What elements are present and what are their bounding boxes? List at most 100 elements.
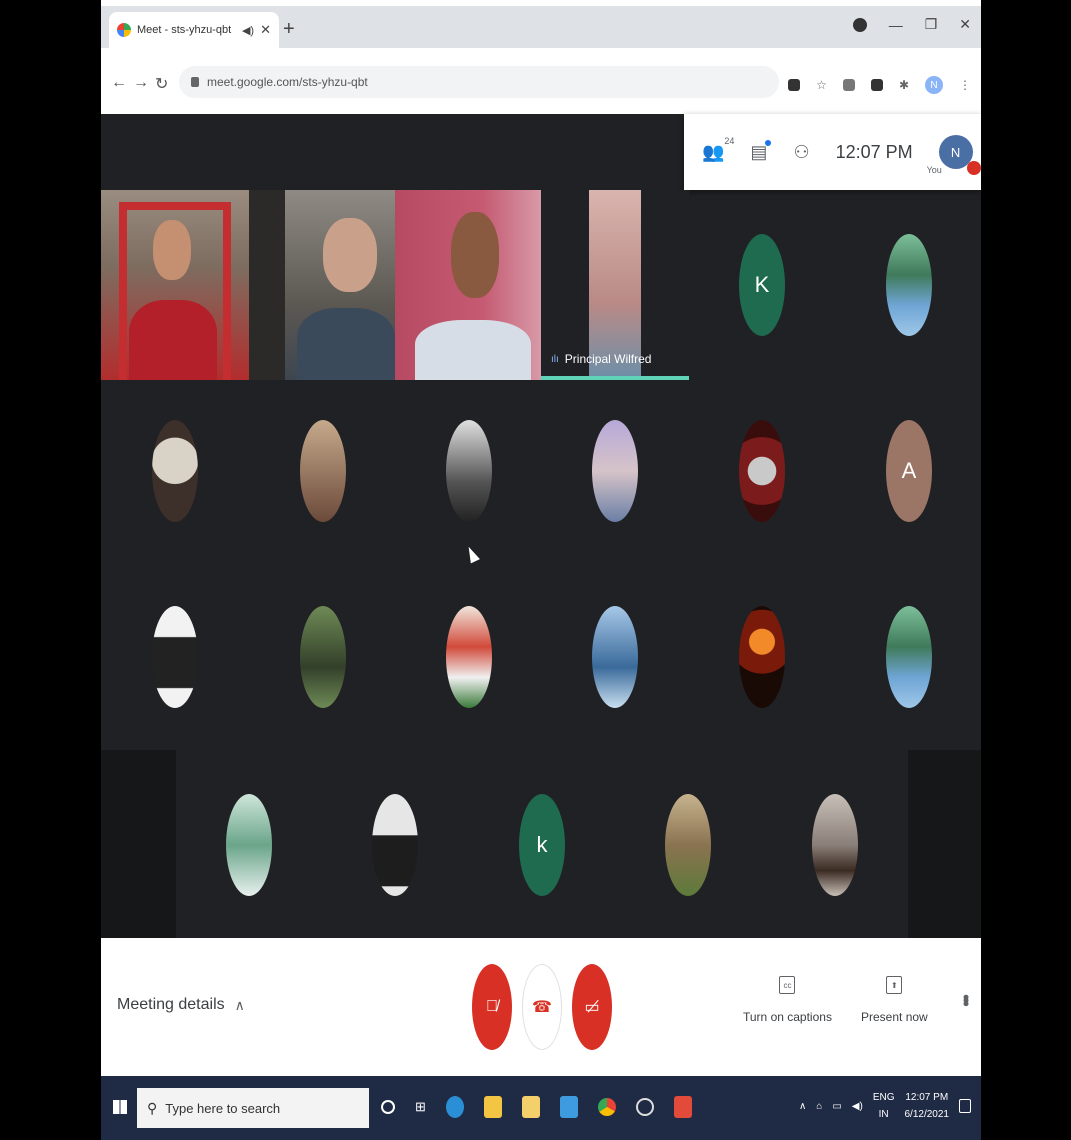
avatar-a[interactable]: A (886, 420, 932, 522)
volume-icon[interactable]: ◀) (852, 1101, 863, 1112)
people-icon[interactable]: 👥 24 (702, 136, 734, 163)
avatar-photo[interactable] (152, 606, 198, 708)
puzzle-icon[interactable]: ✱ (899, 78, 909, 92)
profile-avatar-icon[interactable]: N (925, 76, 943, 94)
tab-close-icon[interactable]: ✕ (260, 22, 271, 38)
avatar-k[interactable]: K (739, 234, 785, 336)
self-avatar[interactable]: N You (927, 135, 981, 175)
leave-call-button[interactable]: ☎ (522, 964, 562, 1050)
avatar-photo[interactable] (372, 794, 418, 896)
new-tab-button[interactable]: + (283, 18, 295, 41)
url-field[interactable]: meet.google.com/sts-yhzu-qbt (179, 66, 779, 98)
notifications-icon[interactable] (959, 1099, 971, 1113)
avatar-photo[interactable] (886, 606, 932, 708)
url-text: meet.google.com/sts-yhzu-qbt (207, 75, 368, 89)
meeting-details-label: Meeting details (117, 996, 225, 1013)
avatar-photo[interactable] (300, 420, 346, 522)
back-icon[interactable]: ← (111, 74, 127, 92)
participant-body (297, 308, 395, 380)
avatar-photo[interactable] (665, 794, 711, 896)
mic-off-button[interactable]: 🎙̸ (472, 964, 512, 1050)
tray-chevron-icon[interactable]: ∧ (799, 1101, 806, 1112)
mouse-cursor-icon (464, 544, 480, 564)
self-initial: N (950, 144, 961, 160)
avatar-photo[interactable] (592, 606, 638, 708)
meet-controls-bar: Meeting details ∧ 🎙̸ ☎ ▭̸ cc Turn on cap… (101, 938, 981, 1076)
camera-off-icon: ▭̸ (584, 999, 600, 1016)
participant-body (415, 320, 531, 380)
chrome-icon[interactable] (597, 1098, 616, 1116)
avatar-photo[interactable] (739, 606, 785, 708)
browser-profile-icon[interactable] (852, 17, 867, 32)
reload-icon[interactable]: ↻ (155, 74, 168, 94)
meeting-clock: 12:07 PM (835, 141, 913, 162)
forward-icon[interactable]: → (133, 74, 149, 92)
avatar-photo[interactable] (152, 420, 198, 522)
maximize-icon[interactable]: ❐ (925, 16, 938, 33)
display-icon[interactable]: ▭ (832, 1101, 841, 1112)
camera-icon[interactable] (788, 79, 801, 91)
video-tile-3[interactable] (395, 190, 541, 380)
avatar-photo[interactable] (226, 794, 272, 896)
file-explorer-icon[interactable] (483, 1096, 502, 1118)
hangup-icon: ☎ (532, 999, 552, 1016)
avatar-photo[interactable] (300, 606, 346, 708)
windows-start-icon[interactable] (113, 1100, 127, 1114)
activities-icon[interactable]: ⚇ (793, 142, 809, 163)
bookmark-star-icon[interactable]: ☆ (816, 78, 827, 92)
taskbar-date: 6/12/2021 (904, 1109, 950, 1120)
menu-icon[interactable]: ⋮ (959, 78, 971, 92)
avatar-k-lower[interactable]: k (519, 794, 565, 896)
tab-audio-icon[interactable]: ◀) (242, 24, 254, 37)
tile-gap (249, 190, 285, 380)
more-options-icon[interactable]: ••• (955, 994, 976, 1004)
avatar-photo[interactable] (812, 794, 858, 896)
extension-icon-2[interactable] (870, 79, 883, 91)
captions-icon: cc (779, 976, 796, 994)
extension-icon[interactable] (842, 79, 855, 91)
avatar-photo[interactable] (446, 606, 492, 708)
captions-button[interactable]: cc Turn on captions (743, 976, 832, 1024)
search-icon: ⚲ (147, 1099, 158, 1116)
participant-body (129, 300, 217, 380)
video-tile-speaker[interactable]: ılı Principal Wilfred (541, 190, 689, 380)
avatar-photo[interactable] (886, 234, 932, 336)
screen: Meet - sts-yhzu-qbt ◀) ✕ + — ❐ ✕ ← → ↻ m… (101, 0, 981, 1140)
lock-icon (191, 77, 199, 87)
mail-icon[interactable] (559, 1096, 578, 1118)
avatar-photo[interactable] (592, 420, 638, 522)
network-icon[interactable]: ⌂ (816, 1101, 822, 1112)
speaker-label: ılı Principal Wilfred (551, 352, 651, 366)
meet-favicon-icon (117, 23, 131, 37)
recorder-icon[interactable] (673, 1096, 692, 1118)
tab-title: Meet - sts-yhzu-qbt (137, 24, 232, 36)
participant-count: 24 (724, 135, 735, 146)
avatar-photo[interactable] (739, 420, 785, 522)
avatar-photo[interactable] (446, 420, 492, 522)
chat-icon[interactable]: ▤ (750, 139, 772, 163)
store-icon[interactable] (521, 1096, 540, 1118)
present-icon: ⬆ (886, 976, 903, 994)
present-now-button[interactable]: ⬆ Present now (861, 976, 928, 1024)
task-view-icon[interactable]: ⊞ (415, 1099, 426, 1115)
you-label: You (926, 165, 942, 175)
obs-icon[interactable] (635, 1098, 654, 1116)
taskbar-time: 12:07 PM (905, 1092, 949, 1103)
language-indicator[interactable]: ENG IN (873, 1092, 895, 1120)
close-window-icon[interactable]: ✕ (959, 16, 971, 33)
camera-off-button[interactable]: ▭̸ (572, 964, 612, 1050)
browser-tab[interactable]: Meet - sts-yhzu-qbt ◀) ✕ (109, 12, 279, 48)
video-tile-2[interactable] (285, 190, 395, 380)
clock[interactable]: 12:07 PM 6/12/2021 (905, 1092, 950, 1120)
cortana-icon[interactable] (381, 1100, 395, 1114)
row-side-panel (908, 750, 981, 938)
speaking-icon: ılı (551, 353, 559, 365)
video-tile-1[interactable] (101, 190, 249, 380)
minimize-icon[interactable]: — (889, 17, 903, 33)
speaking-indicator (541, 376, 689, 380)
taskbar-apps: ⊞ (381, 1096, 692, 1118)
meeting-details-button[interactable]: Meeting details ∧ (117, 996, 245, 1014)
taskbar-search[interactable]: ⚲ Type here to search (137, 1088, 369, 1128)
edge-icon[interactable] (445, 1096, 464, 1118)
browser-tab-bar: Meet - sts-yhzu-qbt ◀) ✕ + — ❐ ✕ (101, 6, 981, 48)
